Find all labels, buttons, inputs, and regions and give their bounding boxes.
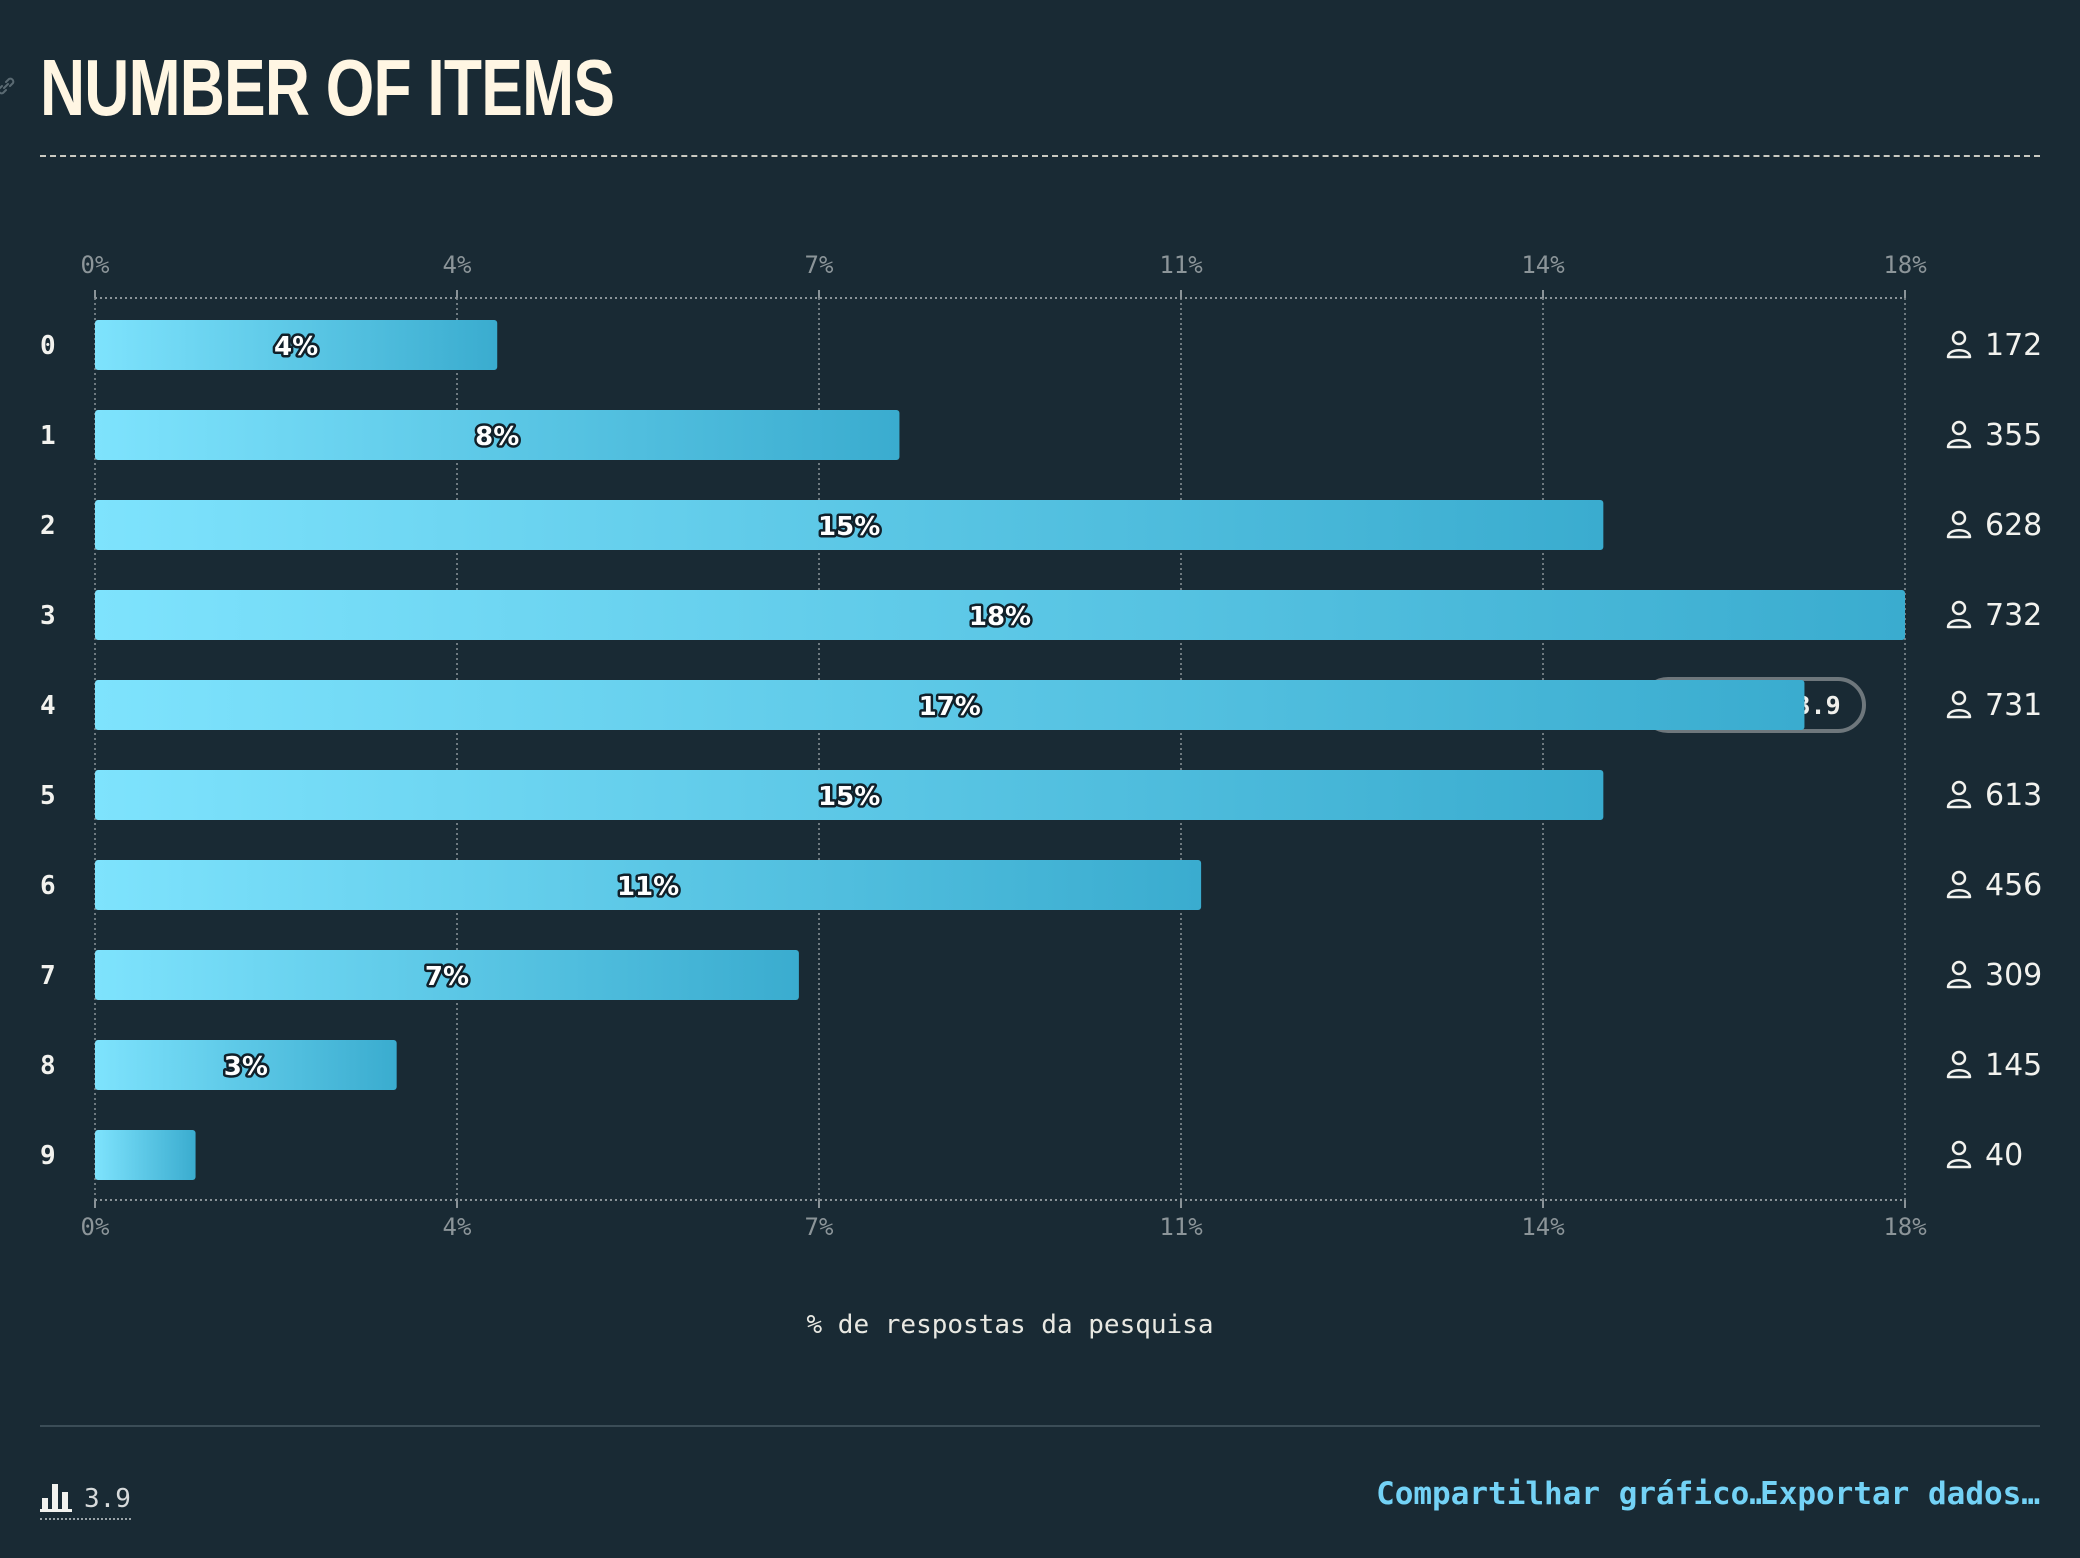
x-axis-title: % de respostas da pesquisa — [806, 1310, 1214, 1340]
category-label: 8 — [40, 1051, 56, 1081]
respondent-count: 732 — [1985, 598, 2042, 633]
bar-value-label: 17% — [919, 692, 981, 722]
respondent-count: 355 — [1985, 418, 2042, 453]
x-tick-label-bottom: 11% — [1159, 1213, 1203, 1241]
export-data-link[interactable]: Exportar dados… — [1760, 1476, 2040, 1512]
x-tick-label-bottom: 18% — [1883, 1213, 1927, 1241]
respondent-count: 456 — [1985, 868, 2042, 903]
bar-chart-icon — [40, 1484, 72, 1512]
x-tick-label-top: 7% — [805, 251, 834, 279]
x-tick-label-bottom: 4% — [443, 1213, 472, 1241]
person-icon — [1946, 1050, 1972, 1079]
average-summary[interactable]: 3.9 — [40, 1472, 131, 1520]
category-label: 4 — [40, 691, 56, 721]
bar-value-label: 4% — [274, 332, 318, 362]
bar-value-label: 15% — [818, 512, 880, 542]
chart-card: NUMBER OF ITEMS Average: 3.9 0%0%4%4%7%7… — [0, 0, 2080, 1558]
person-icon — [1946, 870, 1972, 899]
person-icon — [1946, 1140, 1972, 1169]
category-label: 1 — [40, 421, 56, 451]
share-chart-link[interactable]: Compartilhar gráfico… — [1376, 1476, 1768, 1512]
person-icon — [1946, 600, 1972, 629]
x-tick-label-bottom: 7% — [805, 1213, 834, 1241]
average-summary-value: 3.9 — [84, 1484, 131, 1514]
category-label: 0 — [40, 331, 56, 361]
person-icon — [1946, 330, 1972, 359]
title-divider — [40, 155, 2040, 157]
bar-value-label: 8% — [475, 422, 519, 452]
chart-title: NUMBER OF ITEMS — [40, 43, 615, 132]
bar-value-label: 11% — [617, 872, 679, 902]
person-icon — [1946, 510, 1972, 539]
respondent-count: 731 — [1985, 688, 2042, 723]
person-icon — [1946, 420, 1972, 449]
bar-value-label: 15% — [818, 782, 880, 812]
x-tick-label-top: 11% — [1159, 251, 1203, 279]
respondent-count: 145 — [1985, 1048, 2042, 1083]
person-icon — [1946, 780, 1972, 809]
x-tick-label-bottom: 0% — [81, 1213, 110, 1241]
bar-chart: Average: 3.9 0%0%4%4%7%7%11%11%14%14%18%… — [40, 251, 2042, 1241]
category-label: 6 — [40, 871, 56, 901]
category-label: 3 — [40, 601, 56, 631]
bar-value-label: 3% — [224, 1052, 268, 1082]
x-tick-label-bottom: 14% — [1521, 1213, 1565, 1241]
person-icon — [1946, 960, 1972, 989]
category-label: 7 — [40, 961, 56, 991]
x-tick-label-top: 14% — [1521, 251, 1565, 279]
person-icon — [1946, 690, 1972, 719]
x-tick-label-top: 18% — [1883, 251, 1927, 279]
category-label: 5 — [40, 781, 56, 811]
bar-value-label: 7% — [425, 962, 469, 992]
category-label: 9 — [40, 1141, 56, 1171]
footer-divider — [40, 1425, 2040, 1427]
bar-value-label: 18% — [969, 602, 1031, 632]
category-label: 2 — [40, 511, 56, 541]
respondent-count: 628 — [1985, 508, 2042, 543]
respondent-count: 309 — [1985, 958, 2042, 993]
respondent-count: 172 — [1985, 328, 2042, 363]
respondent-count: 40 — [1985, 1138, 2023, 1173]
x-tick-label-top: 0% — [81, 251, 110, 279]
link-icon[interactable] — [0, 74, 18, 98]
bar — [95, 1130, 196, 1180]
x-tick-label-top: 4% — [443, 251, 472, 279]
respondent-count: 613 — [1985, 778, 2042, 813]
